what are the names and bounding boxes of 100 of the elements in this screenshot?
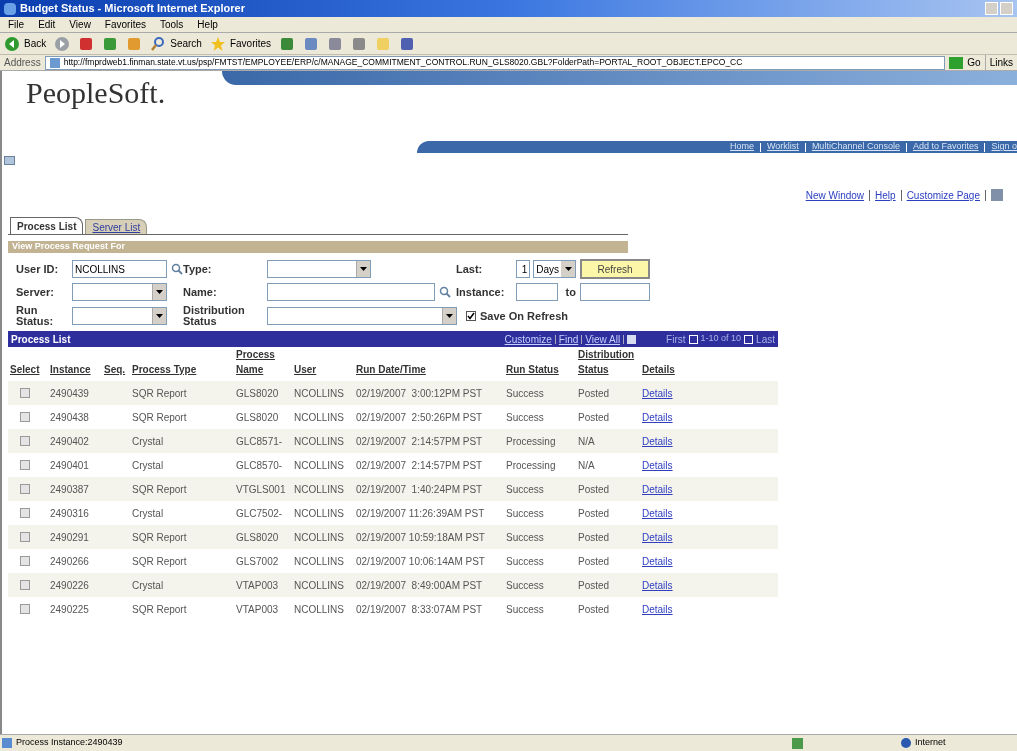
table-cell-text: NCOLLINS [293, 458, 345, 473]
table-cell-text: 2490266 [49, 554, 90, 569]
refresh-button[interactable]: Refresh [580, 259, 650, 279]
table-cell-text: 2490438 [49, 410, 90, 425]
table-cell-text: NCOLLINS [293, 482, 345, 497]
zone-label: Internet [915, 736, 947, 750]
table-cell-text: 2490226 [49, 578, 90, 593]
details-link[interactable]: Details [642, 459, 673, 471]
toolbar-button[interactable]: Favorites [209, 35, 272, 52]
column-header[interactable]: Process Type [132, 362, 197, 377]
menu-item[interactable]: Help [197, 17, 218, 32]
table-cell-text: GLC8571- [235, 434, 284, 449]
table-cell-text: VTAP003 [235, 578, 280, 593]
table-cell-text: 02/19/2007 2:14:57PM PST [355, 458, 484, 473]
tab[interactable]: Server List [85, 219, 148, 234]
column-header[interactable]: Seq. [104, 362, 126, 377]
lookup-icon[interactable] [439, 286, 451, 298]
page-link[interactable]: Customize Page [906, 187, 980, 203]
column-header[interactable]: Instance [50, 362, 91, 377]
table-cell-text: 2490225 [49, 602, 90, 617]
table-cell-text: Crystal [131, 458, 165, 473]
details-link[interactable]: Details [642, 579, 673, 591]
menu-item[interactable]: View [69, 17, 91, 32]
nav-link[interactable]: Worklist [767, 141, 799, 153]
row-checkbox[interactable] [20, 412, 30, 422]
instance-from-field[interactable] [516, 283, 558, 301]
address-label: Address [4, 56, 41, 70]
row-checkbox[interactable] [20, 580, 30, 590]
details-link[interactable]: Details [642, 411, 673, 423]
table-cell-text: GLC7502- [235, 506, 284, 521]
column-header[interactable]: User [294, 362, 317, 377]
details-link[interactable]: Details [642, 507, 673, 519]
name-field[interactable] [267, 283, 435, 301]
type-dropdown[interactable] [267, 260, 371, 278]
server-dropdown[interactable] [72, 283, 167, 301]
table-cell-text: N/A [577, 458, 596, 473]
table-cell-text: Posted [577, 482, 611, 497]
nav-link[interactable]: Sign o [991, 141, 1017, 153]
details-link[interactable]: Details [642, 483, 673, 495]
page-link[interactable]: New Window [805, 187, 865, 203]
row-range: 1-10 of 10 [700, 332, 742, 346]
lookup-icon[interactable] [171, 263, 183, 275]
minimize-button[interactable] [985, 2, 998, 15]
row-checkbox[interactable] [20, 460, 30, 470]
menu-item[interactable]: Edit [38, 17, 56, 32]
row-checkbox[interactable] [20, 508, 30, 518]
row-checkbox[interactable] [20, 556, 30, 566]
row-checkbox[interactable] [20, 604, 30, 614]
last-field[interactable]: 1 [516, 260, 531, 278]
table-cell-text: GLS8020 [235, 410, 280, 425]
section-title: View Process Request For [12, 240, 125, 254]
unit-dropdown[interactable]: Days [533, 260, 576, 278]
table-cell-text: NCOLLINS [293, 602, 345, 617]
column-header[interactable]: Run Date/Time [356, 362, 426, 377]
menu-toggle-icon[interactable] [4, 155, 15, 165]
column-header[interactable]: Details [642, 362, 675, 377]
details-link[interactable]: Details [642, 603, 673, 615]
user-id-field[interactable]: NCOLLINS [72, 260, 167, 278]
column-header[interactable]: Distribution Status [578, 347, 636, 377]
nav-link[interactable]: Add to Favorites [912, 141, 979, 153]
menu-item[interactable]: File [8, 17, 25, 32]
run-status-dropdown[interactable] [72, 307, 167, 325]
table-cell-text: GLS8020 [235, 386, 280, 401]
table-cell-text: SQR Report [131, 482, 188, 497]
menu-item[interactable]: Tools [160, 17, 184, 32]
menu-item[interactable]: Favorites [104, 17, 146, 32]
column-header[interactable]: Process Name [236, 347, 290, 377]
instance-to-field[interactable] [580, 283, 650, 301]
details-link[interactable]: Details [642, 531, 673, 543]
row-checkbox[interactable] [20, 484, 30, 494]
table-cell-text: 02/19/2007 1:40:24PM PST [355, 482, 484, 497]
column-header[interactable]: Select [10, 362, 40, 377]
go-button[interactable]: Go [949, 55, 981, 70]
table-cell-text: Crystal [131, 506, 165, 521]
table-cell-text: 02/19/2007 10:06:14AM PST [355, 554, 486, 569]
tab[interactable]: Process List [10, 217, 84, 234]
grid-link[interactable]: View All [585, 331, 621, 347]
nav-link[interactable]: Home [730, 141, 755, 153]
maximize-button[interactable] [1000, 2, 1013, 15]
table-cell-text: GLC8570- [235, 458, 284, 473]
details-link[interactable]: Details [642, 435, 673, 447]
save-on-refresh-checkbox[interactable] [466, 311, 476, 321]
details-link[interactable]: Details [642, 555, 673, 567]
table-cell-text: Posted [577, 530, 611, 545]
links-label[interactable]: Links [984, 55, 1013, 70]
row-checkbox[interactable] [20, 388, 30, 398]
column-header[interactable]: Run Status [506, 362, 559, 377]
nav-link[interactable]: MultiChannel Console [811, 141, 900, 153]
row-checkbox[interactable] [20, 436, 30, 446]
toolbar-button[interactable]: Back [4, 35, 47, 52]
details-link[interactable]: Details [642, 387, 673, 399]
table-cell-text: Success [505, 602, 545, 617]
toolbar-button[interactable]: Search [150, 35, 202, 52]
row-checkbox[interactable] [20, 532, 30, 542]
address-field[interactable]: http://fmprdweb1.finman.state.vt.us/psp/FMTST/EMPLOYEE/ERP/c/MANAGE_COMMITMENT_CONTROL.RUN_GLS8020.GBL?FolderPath=PORTAL_ROOT_OBJECT.EPCO_CC [44, 55, 946, 70]
grid-link[interactable]: Find [558, 331, 579, 347]
page-link[interactable]: Help [875, 187, 896, 203]
status-text: Process Instance:2490439 [16, 736, 124, 750]
grid-link[interactable]: Customize [504, 331, 552, 347]
distribution-status-dropdown[interactable] [267, 307, 457, 325]
